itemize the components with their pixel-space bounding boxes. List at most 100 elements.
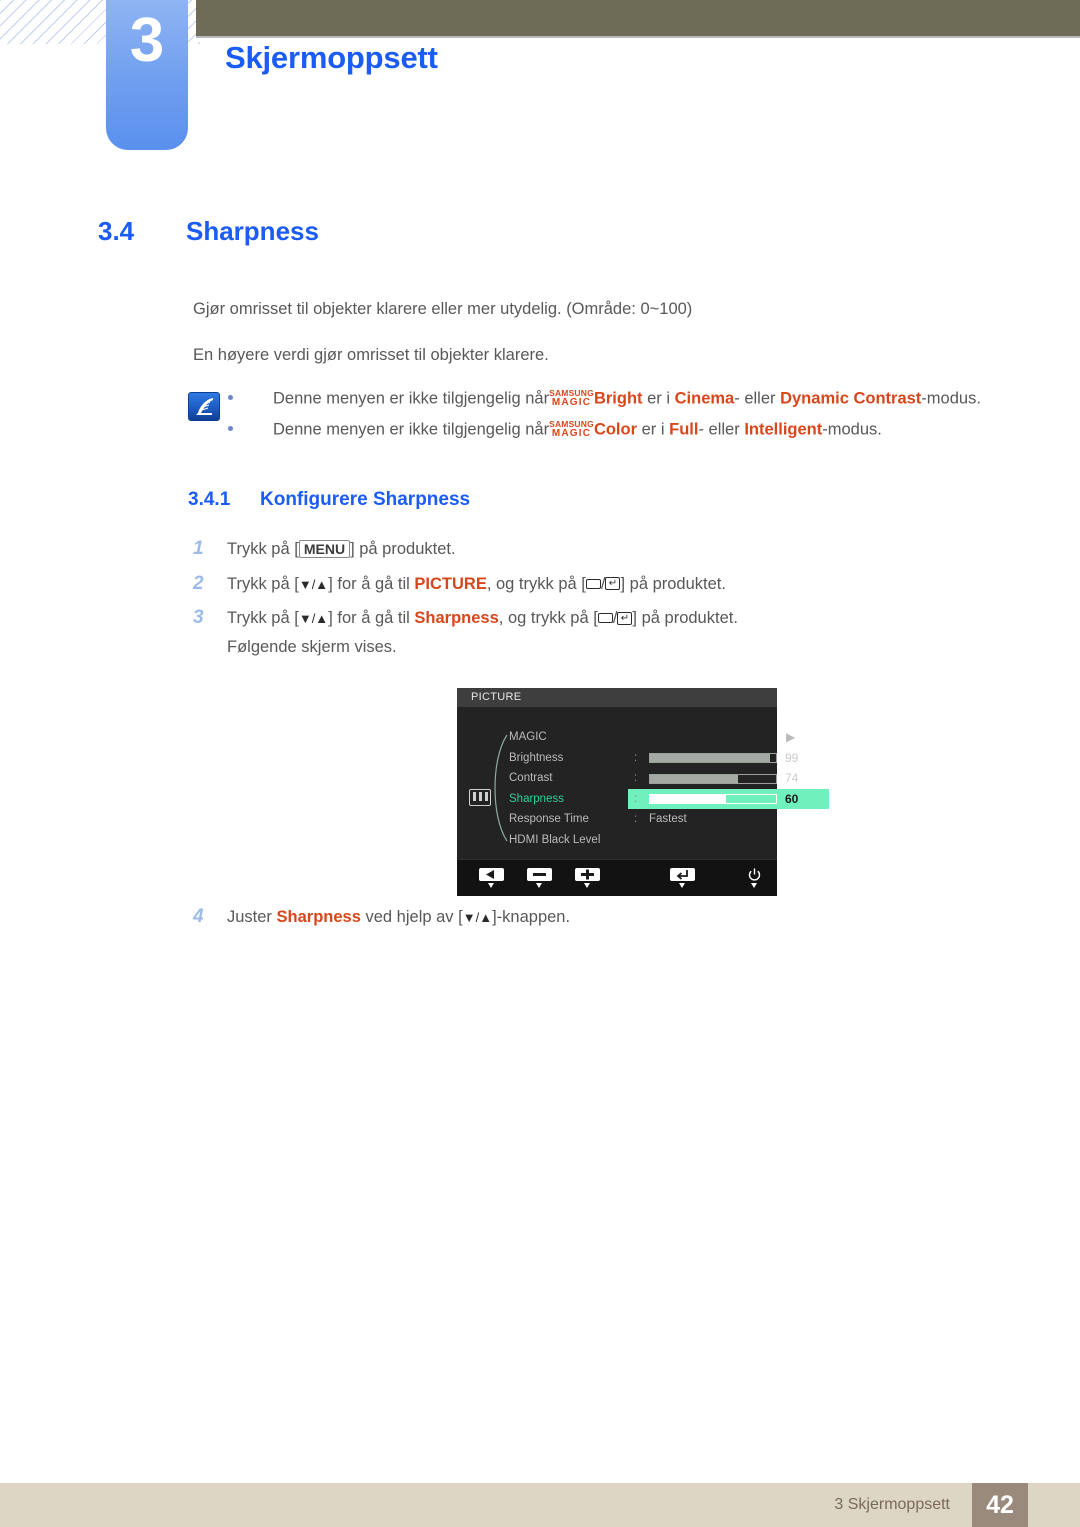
- minus-glyph: [533, 873, 546, 876]
- osd-row-label: Response Time: [509, 813, 589, 825]
- minus-button[interactable]: [527, 868, 552, 888]
- osd-slider-contrast[interactable]: [649, 773, 777, 784]
- back-icon: [479, 868, 504, 881]
- step-mid2: , og trykk på [: [498, 609, 598, 627]
- plus-button[interactable]: [575, 868, 600, 888]
- section-heading: 3.4 Sharpness: [98, 216, 319, 247]
- chapter-title: Skjermoppsett: [225, 40, 438, 75]
- header-rule: [196, 36, 1080, 38]
- bullet-feature: Color: [593, 420, 638, 439]
- osd-slider-brightness[interactable]: [649, 753, 777, 763]
- plus-glyph: [581, 869, 594, 880]
- source-rect-icon: [597, 613, 613, 624]
- step-pre: Trykk på [: [227, 574, 299, 593]
- plus-icon: [575, 868, 600, 881]
- down-triangle-icon: [536, 883, 542, 888]
- osd-row-contrast[interactable]: Contrast : 74: [509, 768, 798, 789]
- step-pre: Trykk på [: [227, 540, 299, 558]
- chapter-badge: 3: [106, 0, 188, 150]
- bullet-mid: er i: [647, 389, 671, 408]
- updown-arrow-icon: ▼/▲: [298, 576, 329, 592]
- osd-title: PICTURE: [457, 688, 777, 707]
- power-glyph: [748, 868, 761, 881]
- osd-row-value: Fastest: [649, 813, 687, 825]
- osd-row-colon: :: [634, 751, 638, 764]
- step-number: 1: [193, 538, 204, 559]
- samsung-magic-logo: SAMSUNG MAGIC: [549, 420, 594, 439]
- osd-row-label: MAGIC: [509, 731, 547, 743]
- step-target: Sharpness: [276, 908, 361, 926]
- slider-fill: [650, 754, 770, 762]
- step-number: 2: [193, 572, 204, 594]
- step-target: Sharpness: [414, 609, 499, 627]
- osd-row-label: HDMI Black Level: [509, 833, 601, 846]
- step-target: PICTURE: [414, 574, 487, 593]
- step-item-4: 4 Juster Sharpness ved hjelp av [▼/▲]-kna…: [193, 906, 570, 941]
- footer-page-number: 42: [972, 1483, 1028, 1527]
- bullet-suffix: -modus.: [921, 389, 981, 408]
- note-bullet-item: Denne menyen er ikke tilgjengelig når SAM…: [228, 389, 981, 420]
- step-number: 3: [193, 607, 204, 628]
- subsection-heading: 3.4.1 Konfigurere Sharpness: [188, 489, 470, 511]
- down-triangle-icon: [751, 883, 757, 888]
- osd-row-brightness[interactable]: Brightness : 99: [509, 748, 798, 769]
- step-item-3: 3 Trykk på [▼/▲] for å gå til Sharpness, …: [193, 607, 738, 642]
- osd-row-label: Sharpness: [509, 792, 564, 805]
- osd-row-colon: :: [634, 792, 638, 805]
- note-pen-icon: [188, 392, 220, 421]
- bullet-dot-icon: [228, 426, 233, 431]
- magic-bottom: MAGIC: [551, 428, 592, 439]
- osd-row-hdmi-black-level[interactable]: HDMI Black Level: [509, 830, 777, 851]
- power-icon: [742, 868, 767, 881]
- osd-row-value: 99: [785, 750, 799, 765]
- step-item-1: 1 Trykk på [MENU] på produktet.: [193, 538, 738, 573]
- step-post: ] på produktet.: [632, 609, 738, 627]
- samsung-magic-logo: SAMSUNG MAGIC: [549, 389, 594, 408]
- step-post: ]-knappen.: [492, 908, 571, 926]
- enter-key-icon: ↵: [617, 611, 633, 625]
- note-bullet-item: Denne menyen er ikke tilgjengelig når SAM…: [228, 420, 981, 451]
- osd-row-value: 60: [785, 791, 799, 806]
- step-mid: ] for å gå til: [328, 574, 410, 593]
- bullet-suffix: -modus.: [822, 420, 882, 439]
- subsection-number: 3.4.1: [188, 489, 231, 510]
- osd-row-sharpness[interactable]: 60 Sharpness :: [509, 788, 829, 809]
- power-button[interactable]: [742, 868, 767, 888]
- source-rect-icon: [585, 578, 601, 589]
- down-triangle-icon: [584, 883, 590, 888]
- substep-text: Følgende skjerm vises.: [227, 638, 397, 656]
- osd-row-list: MAGIC ▶ Brightness : 99 Contrast : 74 60: [509, 727, 829, 851]
- enter-icon: [670, 868, 695, 881]
- bullet-mid: er i: [641, 420, 665, 439]
- step-number: 4: [193, 906, 204, 927]
- step-pre: Trykk på [: [227, 609, 299, 627]
- down-triangle-icon: [488, 883, 494, 888]
- bullet-value-2: Dynamic Contrast: [780, 389, 922, 408]
- osd-screenshot: PICTURE MAGIC ▶ Brightness : 99 Contrast…: [457, 688, 829, 896]
- enter-button[interactable]: [670, 868, 695, 888]
- osd-row-response-time[interactable]: Response Time : Fastest: [509, 809, 777, 830]
- section-number: 3.4: [98, 216, 135, 246]
- updown-arrow-icon: ▼/▲: [462, 910, 493, 926]
- bullet-value-2: Intelligent: [744, 420, 823, 439]
- note-bullet-list: Denne menyen er ikke tilgjengelig når SAM…: [228, 389, 981, 451]
- bullet-sep-1: - eller: [734, 389, 776, 408]
- osd-body: MAGIC ▶ Brightness : 99 Contrast : 74 60: [457, 707, 829, 859]
- osd-slider-sharpness[interactable]: [649, 794, 777, 804]
- quill-glyph: [196, 398, 213, 415]
- left-arrow-glyph: [486, 870, 494, 879]
- slider-fill: [650, 774, 739, 783]
- subsection-title: Konfigurere Sharpness: [260, 489, 471, 510]
- bullet-dot-icon: [228, 395, 233, 400]
- bullet-sep-1: - eller: [698, 420, 740, 439]
- step-post: ] på produktet.: [350, 540, 456, 558]
- header-olive-bar: [196, 0, 1080, 36]
- updown-arrow-icon: ▼/▲: [298, 611, 329, 627]
- bullet-prefix: Denne menyen er ikke tilgjengelig når: [273, 420, 550, 439]
- bullet-prefix: Denne menyen er ikke tilgjengelig når: [273, 389, 550, 408]
- back-button[interactable]: [479, 868, 504, 888]
- minus-icon: [527, 868, 552, 881]
- step-list: 1 Trykk på [MENU] på produktet. 2 Trykk på…: [193, 538, 738, 642]
- osd-row-magic[interactable]: MAGIC ▶: [509, 727, 795, 748]
- osd-arc-decoration: [494, 734, 508, 842]
